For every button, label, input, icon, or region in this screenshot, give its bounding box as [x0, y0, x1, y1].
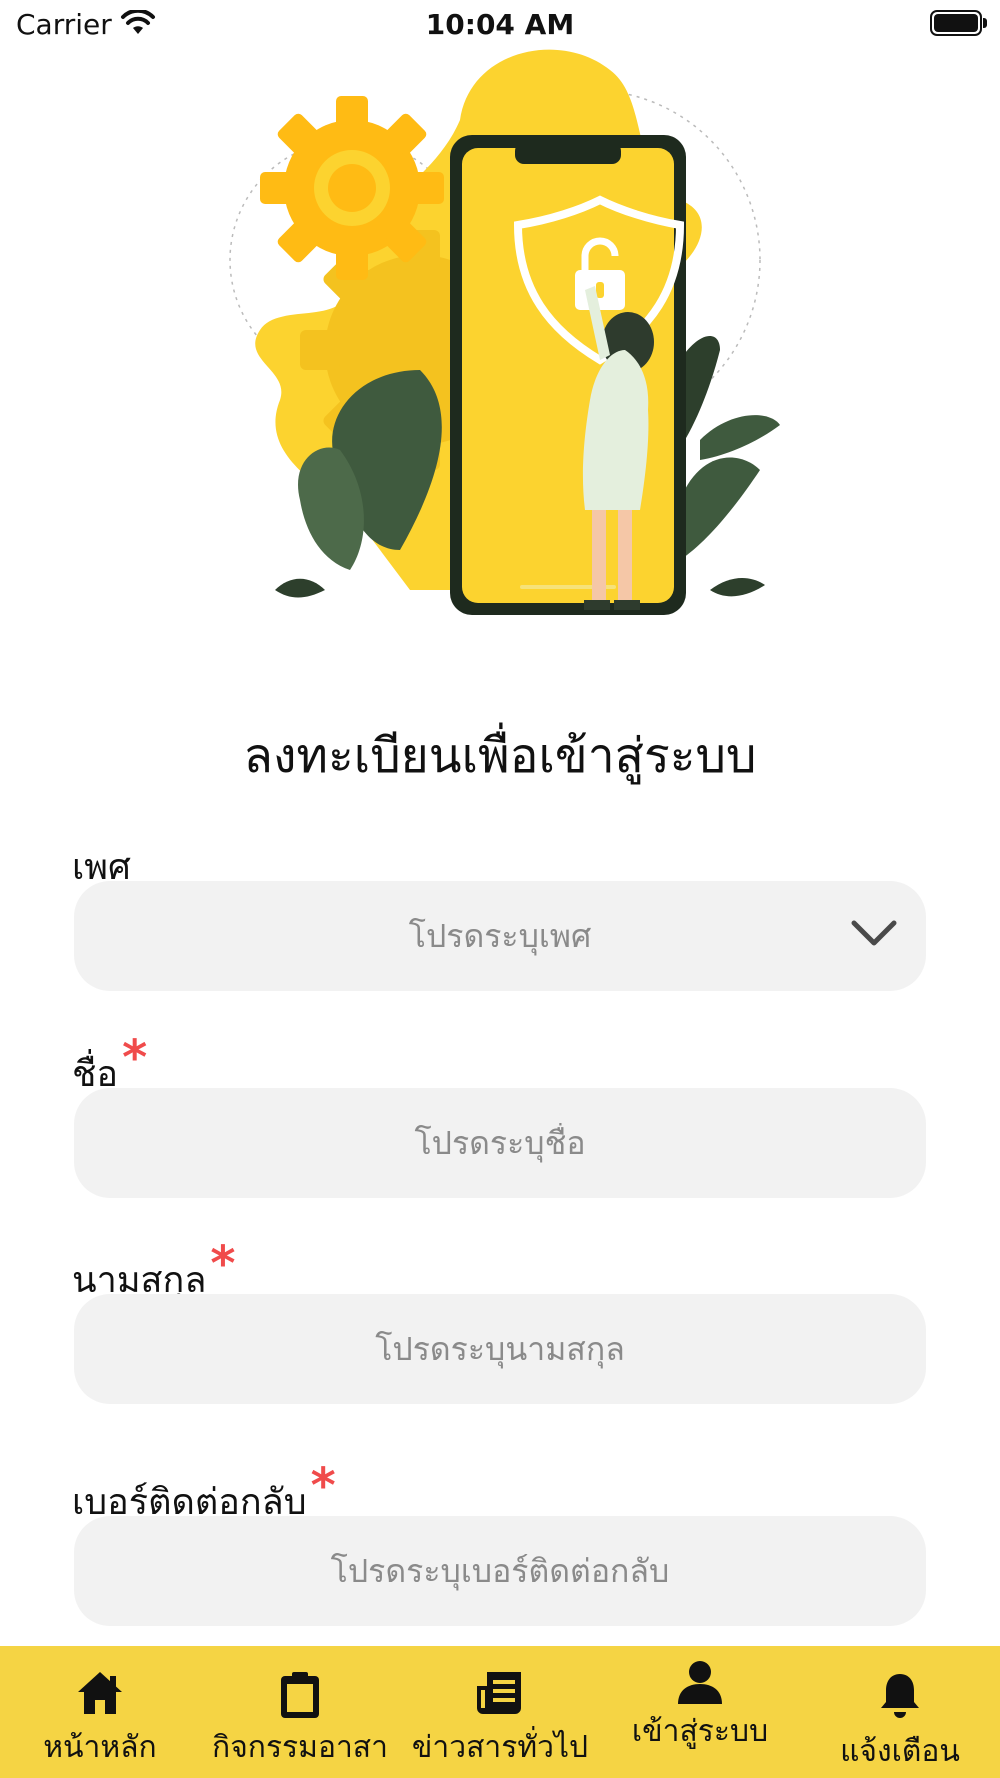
gender-select-placeholder: โปรดระบุเพศ — [408, 916, 592, 955]
tab-label: กิจกรรมอาสา — [212, 1730, 388, 1765]
bell-icon — [879, 1672, 921, 1724]
tab-login[interactable]: เข้าสู่ระบบ — [600, 1646, 800, 1778]
last-name-field[interactable] — [74, 1294, 926, 1404]
phone-field[interactable] — [74, 1516, 926, 1626]
required-indicator: * — [310, 1458, 336, 1514]
first-name-input[interactable] — [74, 1123, 926, 1163]
chevron-down-icon — [850, 917, 898, 951]
tab-label: แจ้งเตือน — [840, 1734, 960, 1769]
home-icon — [76, 1670, 124, 1720]
tab-label: หน้าหลัก — [43, 1730, 157, 1765]
required-indicator: * — [122, 1030, 148, 1086]
tab-volunteer-activities[interactable]: กิจกรรมอาสา — [200, 1646, 400, 1778]
required-indicator: * — [210, 1236, 236, 1292]
tab-home[interactable]: หน้าหลัก — [0, 1646, 200, 1778]
tab-label: เข้าสู่ระบบ — [631, 1714, 769, 1749]
first-name-field[interactable] — [74, 1088, 926, 1198]
battery-icon — [930, 10, 987, 36]
clipboard-icon — [279, 1670, 321, 1724]
tab-news[interactable]: ข่าวสารทั่วไป — [400, 1646, 600, 1778]
bottom-tab-bar: หน้าหลัก กิจกรรมอาสา ข่าวสารทั่วไป เข้าส… — [0, 1646, 1000, 1778]
user-icon — [676, 1660, 724, 1708]
page-title: ลงทะเบียนเพื่อเข้าสู่ระบบ — [243, 728, 757, 784]
gender-select[interactable]: โปรดระบุเพศ — [74, 881, 926, 991]
tab-label: ข่าวสารทั่วไป — [411, 1730, 589, 1765]
security-phone-illustration — [200, 30, 800, 650]
phone-input[interactable] — [74, 1551, 926, 1591]
tab-notifications[interactable]: แจ้งเตือน — [800, 1646, 1000, 1778]
news-icon — [477, 1670, 523, 1720]
last-name-input[interactable] — [74, 1329, 926, 1369]
